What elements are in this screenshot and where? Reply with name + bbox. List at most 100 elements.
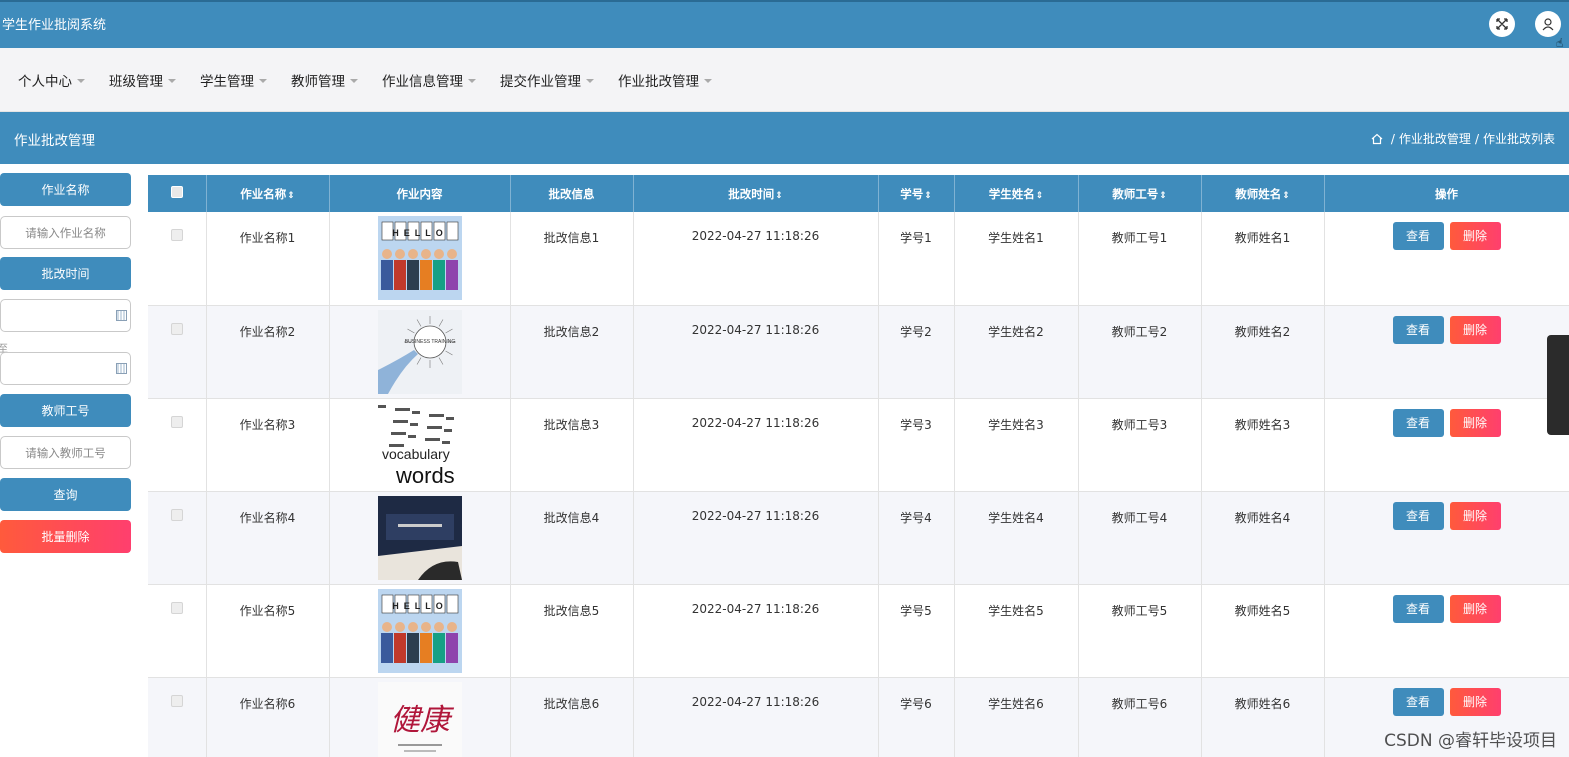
homework-thumbnail[interactable] xyxy=(377,495,462,580)
homework-name-cell: 作业名称3 xyxy=(206,398,330,492)
svg-text:BUSINESS TRAINING: BUSINESS TRAINING xyxy=(404,339,455,345)
row-checkbox[interactable] xyxy=(170,415,183,428)
column-header-actions: 操作 xyxy=(1324,175,1569,212)
delete-button[interactable]: 删除 xyxy=(1449,687,1501,716)
row-select-cell xyxy=(148,305,207,399)
breadcrumb-item-management[interactable]: 作业批改管理 xyxy=(1399,130,1471,147)
column-header-student-no[interactable]: 学号⇕ xyxy=(878,175,955,212)
view-button[interactable]: 查看 xyxy=(1392,594,1444,623)
column-header-name[interactable]: 作业名称⇕ xyxy=(206,175,330,212)
row-checkbox[interactable] xyxy=(170,694,183,707)
homework-name-cell: 作业名称4 xyxy=(206,491,330,585)
svg-text:HELLO: HELLO xyxy=(392,228,448,238)
grading-time-cell: 2022-04-27 11:18:26 xyxy=(633,305,879,399)
homework-thumbnail[interactable]: HELLO xyxy=(377,216,462,300)
nav-item-2[interactable]: 学生管理 xyxy=(193,64,274,96)
actions-cell: 查看 删除 xyxy=(1324,398,1569,492)
calendar-icon xyxy=(116,310,127,321)
delete-button[interactable]: 删除 xyxy=(1449,594,1501,623)
home-icon[interactable] xyxy=(1371,133,1383,145)
grading-time-cell: 2022-04-27 11:18:26 xyxy=(633,584,879,678)
svg-text:HELLO: HELLO xyxy=(392,601,448,611)
nav-item-4[interactable]: 作业信息管理 xyxy=(375,64,483,96)
student-no-cell: 学号6 xyxy=(878,677,955,757)
homework-content-cell: BUSINESS TRAINING xyxy=(329,305,511,399)
view-button[interactable]: 查看 xyxy=(1392,501,1444,530)
main-nav: 个人中心 班级管理 学生管理 教师管理 作业信息管理 提交作业管理 作业批改管理 xyxy=(0,48,1569,112)
student-name-cell: 学生姓名5 xyxy=(954,584,1079,678)
actions-cell: 查看 删除 xyxy=(1324,584,1569,678)
homework-thumbnail[interactable]: vocabularywords xyxy=(377,402,462,487)
column-header-time[interactable]: 批改时间⇕ xyxy=(633,175,879,212)
grading-info-cell: 批改信息1 xyxy=(510,212,634,306)
batch-delete-button[interactable]: 批量删除 xyxy=(0,520,131,553)
teacher-no-input[interactable]: 请输入教师工号 xyxy=(0,436,131,469)
breadcrumb: / 作业批改管理 / 作业批改列表 xyxy=(1371,130,1555,147)
homework-thumbnail[interactable]: HELLO xyxy=(377,588,462,673)
homework-content-cell xyxy=(329,491,511,585)
teacher-name-cell: 教师姓名2 xyxy=(1201,305,1325,399)
table-row: 作业名称4 批改信息4 2022-04-27 11:18:26 学号4 学生姓名4 教师工… xyxy=(148,491,1569,585)
page-header: 作业批改管理 / 作业批改管理 / 作业批改列表 xyxy=(0,112,1569,164)
caret-down-icon xyxy=(586,78,594,83)
query-button[interactable]: 查询 xyxy=(0,478,131,511)
column-header-student-name[interactable]: 学生姓名⇕ xyxy=(954,175,1079,212)
row-select-cell xyxy=(148,212,207,306)
view-button[interactable]: 查看 xyxy=(1392,408,1444,437)
row-checkbox[interactable] xyxy=(170,601,183,614)
column-header-teacher-no[interactable]: 教师工号⇕ xyxy=(1078,175,1202,212)
view-button[interactable]: 查看 xyxy=(1392,222,1444,250)
select-all-checkbox[interactable] xyxy=(170,186,183,198)
grading-info-cell: 批改信息5 xyxy=(510,584,634,678)
nav-item-label: 教师管理 xyxy=(291,73,345,90)
homework-content-cell: vocabulary words xyxy=(329,398,511,492)
table-row: 作业名称6 健康 批改信息6 2022-04-27 11:18:26 学号6 学生姓名6 教… xyxy=(148,677,1569,757)
actions-cell: 查看 删除 xyxy=(1324,305,1569,399)
expand-icon xyxy=(1496,18,1508,30)
caret-down-icon xyxy=(704,78,712,83)
student-no-cell: 学号5 xyxy=(878,584,955,678)
side-drawer-handle[interactable] xyxy=(1547,335,1569,435)
teacher-no-cell: 教师工号5 xyxy=(1078,584,1202,678)
delete-button[interactable]: 删除 xyxy=(1449,408,1501,437)
teacher-name-cell: 教师姓名1 xyxy=(1201,212,1325,306)
delete-button[interactable]: 删除 xyxy=(1449,501,1501,530)
grading-time-start-input[interactable] xyxy=(0,299,131,332)
column-header-teacher-name[interactable]: 教师姓名⇕ xyxy=(1201,175,1325,212)
student-no-cell: 学号2 xyxy=(878,305,955,399)
row-checkbox[interactable] xyxy=(170,229,183,241)
user-menu-button[interactable] xyxy=(1535,11,1561,37)
homework-thumbnail[interactable]: BUSINESS TRAINING xyxy=(377,309,462,394)
view-button[interactable]: 查看 xyxy=(1392,315,1444,344)
student-no-cell: 学号3 xyxy=(878,398,955,492)
delete-button[interactable]: 删除 xyxy=(1449,315,1501,344)
teacher-no-cell: 教师工号4 xyxy=(1078,491,1202,585)
student-name-cell: 学生姓名1 xyxy=(954,212,1079,306)
teacher-name-cell: 教师姓名3 xyxy=(1201,398,1325,492)
nav-item-1[interactable]: 班级管理 xyxy=(102,64,183,96)
row-checkbox[interactable] xyxy=(170,508,183,521)
column-header-content: 作业内容 xyxy=(329,175,511,212)
grading-info-cell: 批改信息6 xyxy=(510,677,634,757)
fullscreen-button[interactable] xyxy=(1489,11,1515,37)
delete-button[interactable]: 删除 xyxy=(1449,222,1501,250)
teacher-name-cell: 教师姓名4 xyxy=(1201,491,1325,585)
row-checkbox[interactable] xyxy=(170,322,183,335)
nav-item-0[interactable]: 个人中心 xyxy=(11,64,92,96)
svg-text:vocabulary: vocabulary xyxy=(382,446,450,462)
grading-time-cell: 2022-04-27 11:18:26 xyxy=(633,398,879,492)
grading-time-end-input[interactable] xyxy=(0,352,131,385)
nav-item-5[interactable]: 提交作业管理 xyxy=(493,64,601,96)
table-row: 作业名称3 vocabulary words 批改信息3 2022-04-27 11:1… xyxy=(148,398,1569,492)
nav-item-6[interactable]: 作业批改管理 xyxy=(611,64,719,96)
table-row: 作业名称1 HELLO 批改信息1 2022-04-27 11:18:26 学号1 学生姓… xyxy=(148,212,1569,306)
homework-thumbnail[interactable]: 健康 xyxy=(377,681,462,757)
teacher-name-cell: 教师姓名6 xyxy=(1201,677,1325,757)
view-button[interactable]: 查看 xyxy=(1392,687,1444,716)
homework-name-input[interactable]: 请输入作业名称 xyxy=(0,216,131,249)
row-select-cell xyxy=(148,677,207,757)
grading-info-cell: 批改信息4 xyxy=(510,491,634,585)
homework-name-cell: 作业名称1 xyxy=(206,212,330,306)
breadcrumb-separator: / xyxy=(1390,131,1395,146)
nav-item-3[interactable]: 教师管理 xyxy=(284,64,365,96)
